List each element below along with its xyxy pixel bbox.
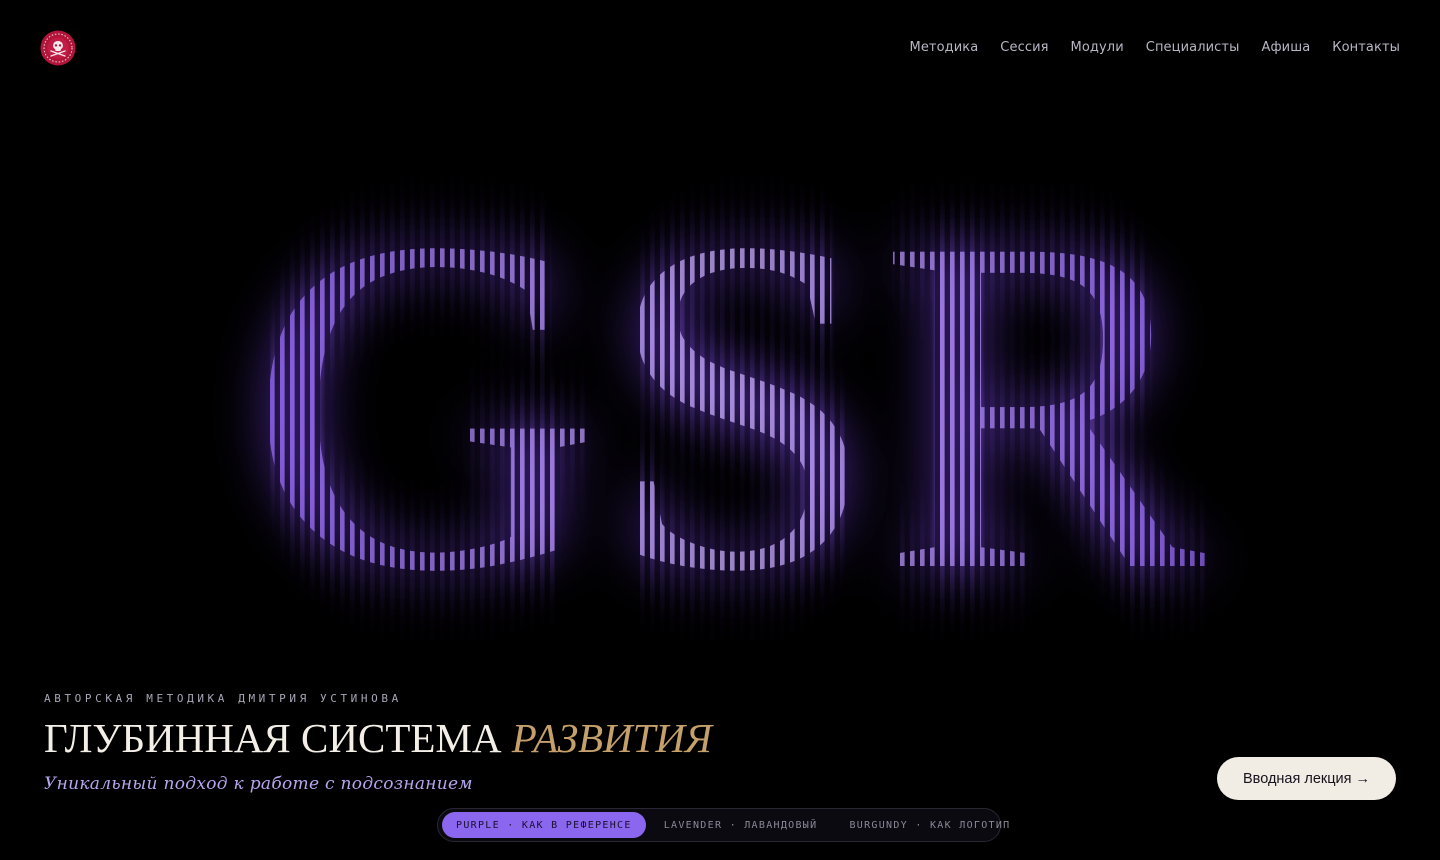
palette-option-burgundy[interactable]: BURGUNDY · КАК ЛОГОТИП [835,812,1024,838]
brand-logo[interactable] [40,30,76,66]
nav-item-spetsialisty[interactable]: Специалисты [1146,38,1240,58]
main-nav: Методика Сессия Модули Специалисты Афиша… [910,38,1401,58]
eyebrow-author: АВТОРСКАЯ МЕТОДИКА ДМИТРИЯ УСТИНОВА [44,692,402,705]
nav-item-sessiya[interactable]: Сессия [1000,38,1048,58]
page-subtitle: Уникальный подход к работе с подсознание… [44,774,473,794]
page-title-accent: РАЗВИТИЯ [511,715,713,761]
page-title: ГЛУБИННАЯ СИСТЕМА РАЗВИТИЯ [44,712,712,764]
hero-letters-highlight: GSR [248,138,1210,670]
nav-item-kontakty[interactable]: Контакты [1332,38,1400,58]
skull-emblem-icon [40,30,76,66]
palette-option-purple[interactable]: PURPLE · КАК В РЕФЕРЕНСЕ [442,812,646,838]
palette-option-lavender[interactable]: LAVENDER · ЛАВАНДОВЫЙ [650,812,832,838]
nav-item-moduli[interactable]: Модули [1071,38,1124,58]
nav-item-metodika[interactable]: Методика [910,38,979,58]
intro-lecture-button[interactable]: Вводная лекция → [1217,757,1396,800]
palette-switch: PURPLE · КАК В РЕФЕРЕНСЕ LAVENDER · ЛАВА… [437,808,1009,842]
page-title-main: ГЛУБИННАЯ СИСТЕМА [44,715,512,761]
nav-item-afisha[interactable]: Афиша [1261,38,1310,58]
